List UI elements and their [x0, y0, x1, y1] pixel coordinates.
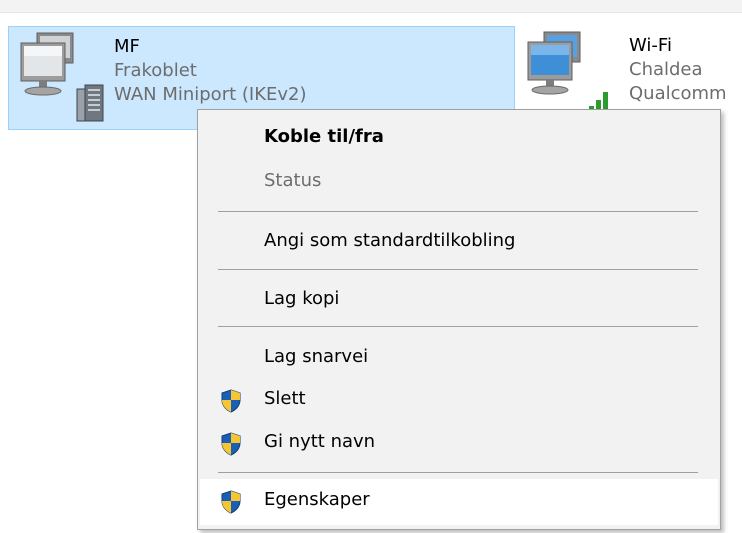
connection-name: Wi-Fi	[629, 35, 672, 56]
menu-separator	[218, 472, 698, 473]
connection-status: Frakoblet	[114, 60, 197, 81]
menu-item-label: Egenskaper	[264, 489, 370, 510]
uac-shield-icon	[220, 432, 242, 456]
menu-item-rename[interactable]: Gi nytt navn	[200, 421, 718, 465]
menu-item-create-shortcut[interactable]: Lag snarvei	[200, 336, 718, 380]
connection-device: Qualcomm	[629, 83, 727, 104]
connection-device: WAN Miniport (IKEv2)	[114, 84, 307, 105]
uac-shield-icon	[220, 490, 242, 514]
menu-item-label: Status	[264, 170, 322, 191]
menu-item-connect-disconnect[interactable]: Koble til/fra	[200, 116, 718, 160]
menu-item-status[interactable]: Status	[200, 160, 718, 204]
wired-network-computer-icon	[13, 29, 109, 125]
connection-status: Chaldea	[629, 59, 703, 80]
menu-item-label: Angi som standardtilkobling	[264, 230, 516, 251]
uac-shield-icon	[220, 389, 242, 413]
menu-item-properties[interactable]: Egenskaper	[200, 479, 718, 525]
menu-item-label: Slett	[264, 388, 306, 409]
menu-item-copy[interactable]: Lag kopi	[200, 278, 718, 322]
menu-item-set-default[interactable]: Angi som standardtilkobling	[200, 220, 718, 264]
connection-name: MF	[114, 36, 140, 57]
menu-item-label: Lag kopi	[264, 288, 340, 309]
menu-item-delete[interactable]: Slett	[200, 378, 718, 422]
menu-separator	[218, 269, 698, 270]
window-top-strip	[0, 0, 742, 13]
menu-item-label: Gi nytt navn	[264, 431, 376, 452]
context-menu: Koble til/fra Status Angi som standardti…	[197, 109, 721, 530]
menu-item-label: Koble til/fra	[264, 126, 384, 147]
menu-separator	[218, 326, 698, 327]
menu-separator	[218, 211, 698, 212]
menu-item-label: Lag snarvei	[264, 346, 369, 367]
